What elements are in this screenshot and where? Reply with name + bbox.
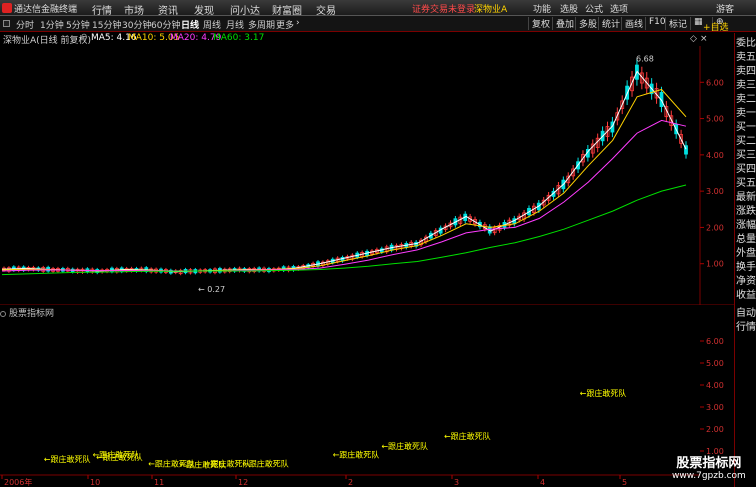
watermark-url: www.7gpzb.com xyxy=(672,471,746,481)
signal-label-9: ←跟庄敢死队 xyxy=(444,431,491,441)
sidebar-item-8[interactable]: 买三 xyxy=(735,149,756,162)
sidebar-item-2[interactable]: 卖四 xyxy=(735,65,756,78)
sidebar-item-5[interactable]: 卖一 xyxy=(735,107,756,120)
sidebar-item-6[interactable]: 买一 xyxy=(735,121,756,134)
main-candlestick-chart: 6.00 5.00 4.00 3.00 2.00 1.00 6.68 ← 0.27 xyxy=(0,46,734,305)
signal-label-10: ←跟庄敢死队 xyxy=(580,388,627,398)
x-tick-label-6: 4 xyxy=(540,478,545,487)
signal-label-7: ←跟庄敢死队 xyxy=(333,450,380,460)
sidebar2-item-1[interactable]: 行情 xyxy=(735,321,756,334)
watermark: 股票指标网 www.7gpzb.com xyxy=(672,452,746,481)
sidebar-item-3[interactable]: 卖三 xyxy=(735,79,756,92)
x-tick-label-3: 12 xyxy=(238,478,248,487)
watermark-title: 股票指标网 xyxy=(676,456,742,471)
signal-label-6: ←跟庄敢死队 xyxy=(242,458,289,468)
x-tick-label-5: 3 xyxy=(454,478,459,487)
sub-y-tick-label-0: 6.00 xyxy=(706,337,724,346)
sidebar-item-16[interactable]: 换手 xyxy=(735,261,756,274)
sub-y-tick-label-1: 5.00 xyxy=(706,359,724,368)
x-tick-label-2: 11 xyxy=(154,478,164,487)
sidebar-item-4[interactable]: 卖二 xyxy=(735,93,756,106)
sub-y-tick-label-3: 3.00 xyxy=(706,403,724,412)
x-tick-label-4: 2 xyxy=(348,478,353,487)
ma-line-MA20 xyxy=(1,119,687,272)
sidebar-item-12[interactable]: 涨跌 xyxy=(735,205,756,218)
sidebar-item-18[interactable]: 收益 xyxy=(735,289,756,302)
sidebar-item-14[interactable]: 总量 xyxy=(735,233,756,246)
ma-line-MA10 xyxy=(1,88,687,272)
sidebar-item-11[interactable]: 最新 xyxy=(735,191,756,204)
quote-panel-sidebar: 委比 卖五 卖四 卖三 卖二 卖一 买一 买二 买三 买四 买五 最新 涨跌 涨幅 总量 外盘 换手 净资 收益 xyxy=(734,33,756,305)
signal-label-2: ←跟庄敢死队 xyxy=(96,452,143,462)
low-price-label: ← 0.27 xyxy=(198,285,225,294)
x-tick-label-1: 10 xyxy=(90,478,100,487)
sidebar-item-15[interactable]: 外盘 xyxy=(735,247,756,260)
x-tick-label-7: 5 xyxy=(622,478,627,487)
sidebar-item-17[interactable]: 净资 xyxy=(735,275,756,288)
signal-label-8: ←跟庄敢死队 xyxy=(381,441,428,451)
indicator-chart: 6.005.004.003.002.001.00 ←跟庄敢死队 ←跟庄敢死队←跟庄… xyxy=(0,337,724,487)
sidebar-item-1[interactable]: 卖五 xyxy=(735,51,756,64)
sub-y-tick-label-2: 4.00 xyxy=(706,381,724,390)
sidebar-item-9[interactable]: 买四 xyxy=(735,163,756,176)
y-tick-label-3: 3.00 xyxy=(706,187,724,196)
y-tick-label-2: 4.00 xyxy=(706,151,724,160)
y-tick-label-4: 2.00 xyxy=(706,223,724,232)
y-tick-label-0: 6.00 xyxy=(706,78,724,87)
sidebar-item-13[interactable]: 涨幅 xyxy=(735,219,756,232)
x-tick-label-0: 2006年 xyxy=(4,477,32,487)
sidebar2-item-0[interactable]: 自动 xyxy=(735,307,756,320)
sidebar-item-0[interactable]: 委比 xyxy=(735,37,756,50)
y-tick-label-1: 5.00 xyxy=(706,115,724,124)
sidebar-item-10[interactable]: 买五 xyxy=(735,177,756,190)
sidebar-item-7[interactable]: 买二 xyxy=(735,135,756,148)
signal-label-0: ←跟庄敢死队 xyxy=(44,454,91,464)
y-tick-label-5: 1.00 xyxy=(706,260,724,269)
high-price-label: 6.68 xyxy=(636,55,654,64)
sub-y-tick-label-4: 2.00 xyxy=(706,425,724,434)
